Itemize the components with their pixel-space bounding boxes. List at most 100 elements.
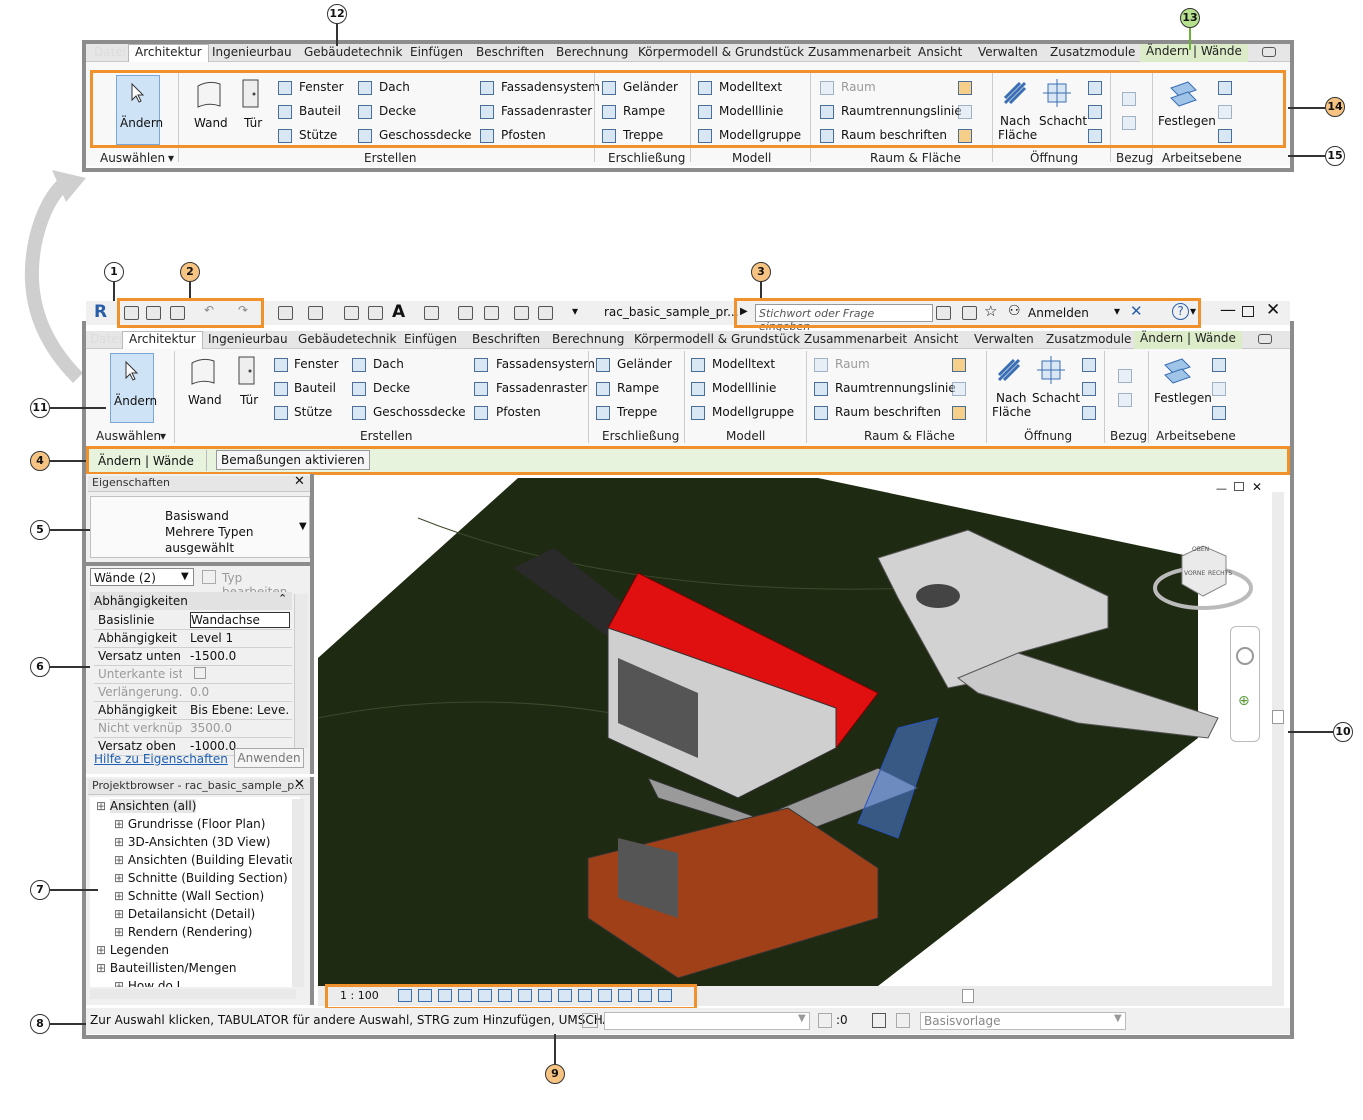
model-group-button[interactable]: Modellgruppe bbox=[712, 405, 794, 419]
component-button[interactable]: Bauteil bbox=[294, 381, 336, 395]
type-selector[interactable]: Basiswand Mehrere Typen ausgewählt ▼ bbox=[90, 496, 310, 558]
room-button[interactable]: Raum bbox=[835, 357, 870, 371]
set-workplane-button[interactable]: Festlegen bbox=[1154, 391, 1212, 405]
tab-massing[interactable]: Körpermodell & Grundstück bbox=[634, 332, 800, 346]
property-row[interactable]: Versatz unten -1500.0 bbox=[94, 648, 292, 666]
expand-icon[interactable]: ⊞ bbox=[114, 925, 128, 939]
property-value[interactable]: 0.0 bbox=[190, 685, 290, 699]
property-row[interactable]: Nicht verknüp... 3500.0 bbox=[94, 720, 292, 738]
property-row[interactable]: Basislinie Wandachse bbox=[94, 612, 292, 630]
expand-icon[interactable]: ⊞ bbox=[96, 799, 110, 813]
area-boundary-icon[interactable] bbox=[952, 382, 966, 396]
browser-scrollbar-h[interactable] bbox=[90, 989, 296, 999]
tree-item[interactable]: ⊞ 3D-Ansichten (3D View) bbox=[114, 835, 270, 849]
property-value[interactable]: Wandachse bbox=[190, 612, 290, 628]
text-icon[interactable]: A bbox=[392, 302, 405, 322]
default-3d-view-icon[interactable] bbox=[424, 306, 439, 320]
property-value[interactable]: Bis Ebene: Leve... bbox=[190, 703, 290, 717]
door-button[interactable]: Tür bbox=[240, 393, 258, 407]
tree-item[interactable]: ⊞ Bauteillisten/Mengen bbox=[96, 961, 236, 975]
ref-plane-icon[interactable] bbox=[1212, 382, 1226, 396]
section-icon[interactable] bbox=[458, 306, 473, 320]
group-header[interactable]: Abhängigkeiten ⌃ bbox=[90, 592, 292, 610]
wall-icon[interactable] bbox=[188, 357, 218, 387]
tab-manage[interactable]: Verwalten bbox=[978, 45, 1038, 59]
property-row[interactable]: Abhängigkeit ... Level 1 bbox=[94, 630, 292, 648]
dormer-icon[interactable] bbox=[1082, 406, 1096, 420]
modify-button[interactable]: Ändern bbox=[110, 353, 157, 423]
expand-icon[interactable]: ⊞ bbox=[114, 835, 128, 849]
thin-lines-icon[interactable] bbox=[484, 306, 499, 320]
horizontal-scroll-thumb[interactable] bbox=[962, 989, 974, 1003]
property-value[interactable]: 3500.0 bbox=[190, 721, 290, 735]
tab-addins[interactable]: Zusatzmodule bbox=[1046, 332, 1131, 346]
tree-item[interactable]: ⊞ Schnitte (Building Section) bbox=[114, 871, 288, 885]
app-logo[interactable]: R bbox=[94, 302, 107, 322]
panel-title-select[interactable]: Auswählen bbox=[100, 151, 165, 165]
roof-button[interactable]: Dach bbox=[373, 357, 404, 371]
tab-analyze[interactable]: Berechnung bbox=[552, 332, 624, 346]
spot-elevation-icon[interactable] bbox=[368, 306, 383, 320]
3d-view[interactable]: — ✕ OBEN VORNE RECHTS ⊕ bbox=[318, 478, 1284, 986]
tag-room-button[interactable]: Raum beschriften bbox=[835, 405, 941, 419]
aligned-dimension-icon[interactable] bbox=[344, 306, 359, 320]
viewer-icon[interactable] bbox=[1212, 406, 1226, 420]
tab-massing[interactable]: Körpermodell & Grundstück bbox=[638, 45, 804, 59]
door-icon[interactable] bbox=[236, 355, 258, 387]
shaft-button[interactable]: Schacht bbox=[1032, 391, 1080, 405]
tab-addins[interactable]: Zusatzmodule bbox=[1050, 45, 1135, 59]
column-button[interactable]: Stütze bbox=[294, 405, 332, 419]
minimize-ribbon-icon[interactable] bbox=[1262, 47, 1276, 57]
tab-insert[interactable]: Einfügen bbox=[410, 45, 463, 59]
minimize-icon[interactable]: — bbox=[1220, 300, 1236, 319]
tab-file[interactable]: Datei bbox=[90, 332, 122, 346]
property-value[interactable] bbox=[190, 667, 290, 682]
opening-by-face-icon[interactable] bbox=[994, 355, 1024, 385]
expand-icon[interactable]: ⊞ bbox=[114, 889, 128, 903]
maximize-icon[interactable] bbox=[1242, 306, 1254, 317]
tree-item[interactable]: ⊞ Legenden bbox=[96, 943, 169, 957]
tree-item[interactable]: ⊞ Grundrisse (Floor Plan) bbox=[114, 817, 265, 831]
tab-structure[interactable]: Ingenieurbau bbox=[208, 332, 288, 346]
tab-collaborate[interactable]: Zusammenarbeit bbox=[804, 332, 907, 346]
set-workplane-icon[interactable] bbox=[1162, 355, 1192, 385]
tab-annotate[interactable]: Beschriften bbox=[472, 332, 540, 346]
switch-windows-icon[interactable] bbox=[538, 306, 553, 320]
curtain-system-button[interactable]: Fassadensystem bbox=[496, 357, 595, 371]
tab-modify-walls[interactable]: Ändern | Wände bbox=[1140, 44, 1248, 62]
tab-insert[interactable]: Einfügen bbox=[404, 332, 457, 346]
viewcube-front[interactable]: VORNE bbox=[1184, 570, 1205, 577]
wall-opening-icon[interactable] bbox=[1082, 358, 1096, 372]
tree-item[interactable]: ⊞ Ansichten (all) bbox=[96, 799, 197, 813]
expand-icon[interactable]: ⊞ bbox=[114, 979, 128, 987]
design-option-dropdown[interactable]: Basisvorlage bbox=[920, 1012, 1126, 1030]
view-minimize-icon[interactable]: — bbox=[1216, 482, 1227, 495]
steering-wheel-icon[interactable] bbox=[1236, 647, 1254, 665]
expand-icon[interactable]: ⊞ bbox=[96, 961, 110, 975]
tab-view[interactable]: Ansicht bbox=[918, 45, 962, 59]
apply-button[interactable]: Anwenden bbox=[234, 748, 304, 768]
expand-icon[interactable]: ⊞ bbox=[96, 943, 110, 957]
show-workplane-icon[interactable] bbox=[1212, 358, 1226, 372]
filter-dropdown[interactable]: Wände (2) ▼ bbox=[90, 568, 194, 586]
minimize-ribbon-icon[interactable] bbox=[1258, 334, 1272, 344]
property-row[interactable]: Verlängerung... 0.0 bbox=[94, 684, 292, 702]
print-icon[interactable] bbox=[278, 306, 293, 320]
close-icon[interactable]: ✕ bbox=[1266, 300, 1280, 320]
properties-help-link[interactable]: Hilfe zu Eigenschaften bbox=[94, 752, 228, 766]
level-icon[interactable] bbox=[1118, 369, 1132, 383]
customize-qat-icon[interactable]: ▾ bbox=[572, 304, 578, 318]
view-close-icon[interactable]: ✕ bbox=[1252, 480, 1262, 494]
properties-scrollbar[interactable] bbox=[294, 594, 308, 748]
chevron-down-icon[interactable]: ▾ bbox=[160, 429, 166, 443]
design-options-icon[interactable] bbox=[896, 1013, 910, 1028]
curtain-grid-button[interactable]: Fassadenraster bbox=[496, 381, 587, 395]
browser-scrollbar-v[interactable] bbox=[292, 799, 304, 987]
ceiling-button[interactable]: Decke bbox=[373, 381, 410, 395]
collapse-icon[interactable]: ⌃ bbox=[278, 592, 287, 605]
vertical-opening-icon[interactable] bbox=[1082, 382, 1096, 396]
tab-view[interactable]: Ansicht bbox=[914, 332, 958, 346]
opening-by-face-label-2[interactable]: Fläche bbox=[992, 405, 1031, 419]
area-icon[interactable] bbox=[952, 358, 966, 372]
wall-button[interactable]: Wand bbox=[188, 393, 222, 407]
